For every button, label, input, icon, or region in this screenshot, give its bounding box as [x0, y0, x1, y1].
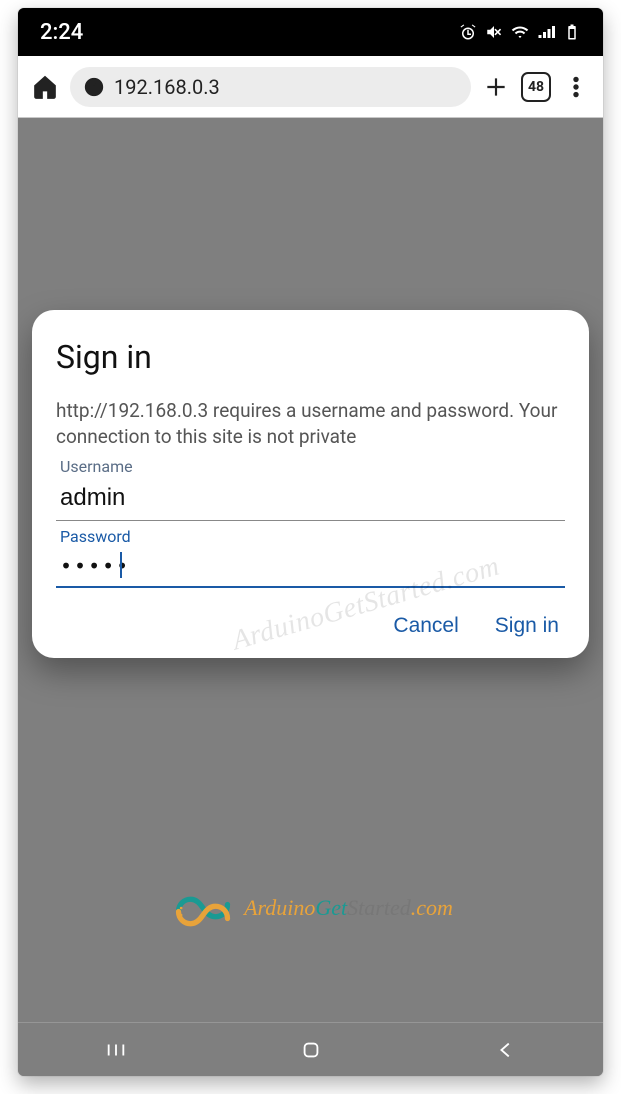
text-caret — [120, 552, 122, 578]
phone-frame: 2:24 192.168.0.3 48 Sign in http://192.1… — [18, 8, 603, 1076]
home-icon[interactable] — [32, 74, 58, 100]
new-tab-icon[interactable] — [483, 74, 509, 100]
tab-count-value: 48 — [528, 79, 544, 95]
dialog-title: Sign in — [56, 338, 565, 376]
infinity-logo-icon — [168, 888, 238, 928]
home-nav-icon[interactable] — [300, 1039, 322, 1061]
url-text: 192.168.0.3 — [114, 75, 220, 99]
back-icon[interactable] — [495, 1039, 517, 1061]
password-input[interactable] — [56, 548, 565, 588]
brand-part-4: .com — [411, 895, 453, 920]
alarm-icon — [459, 23, 477, 41]
status-time: 2:24 — [40, 20, 83, 45]
page-content: Sign in http://192.168.0.3 requires a us… — [18, 118, 603, 1022]
brand-part-1: Arduino — [244, 895, 315, 920]
brand-part-2: Get — [315, 895, 347, 920]
recents-icon[interactable] — [105, 1039, 127, 1061]
brand-text: ArduinoGetStarted.com — [244, 895, 453, 921]
footer-brand: ArduinoGetStarted.com — [18, 888, 603, 928]
dialog-actions: Cancel Sign in — [56, 614, 565, 638]
info-icon — [84, 77, 104, 97]
signal-icon — [537, 23, 555, 41]
system-navbar — [18, 1022, 603, 1076]
browser-toolbar: 192.168.0.3 48 — [18, 56, 603, 118]
status-icons — [459, 23, 581, 41]
mute-icon — [485, 23, 503, 41]
cancel-button[interactable]: Cancel — [393, 614, 458, 638]
password-label: Password — [56, 527, 565, 546]
status-bar: 2:24 — [18, 8, 603, 56]
address-bar[interactable]: 192.168.0.3 — [70, 67, 471, 107]
username-field: Username — [56, 457, 565, 521]
username-input[interactable] — [56, 478, 565, 521]
signin-button[interactable]: Sign in — [495, 614, 559, 638]
auth-dialog: Sign in http://192.168.0.3 requires a us… — [32, 310, 589, 658]
wifi-icon — [511, 23, 529, 41]
tab-count-button[interactable]: 48 — [521, 72, 551, 102]
battery-icon — [563, 23, 581, 41]
password-field: Password — [56, 527, 565, 588]
dialog-message: http://192.168.0.3 requires a username a… — [56, 398, 565, 449]
brand-part-3: Started — [347, 895, 411, 920]
username-label: Username — [56, 457, 565, 476]
menu-icon[interactable] — [563, 74, 589, 100]
